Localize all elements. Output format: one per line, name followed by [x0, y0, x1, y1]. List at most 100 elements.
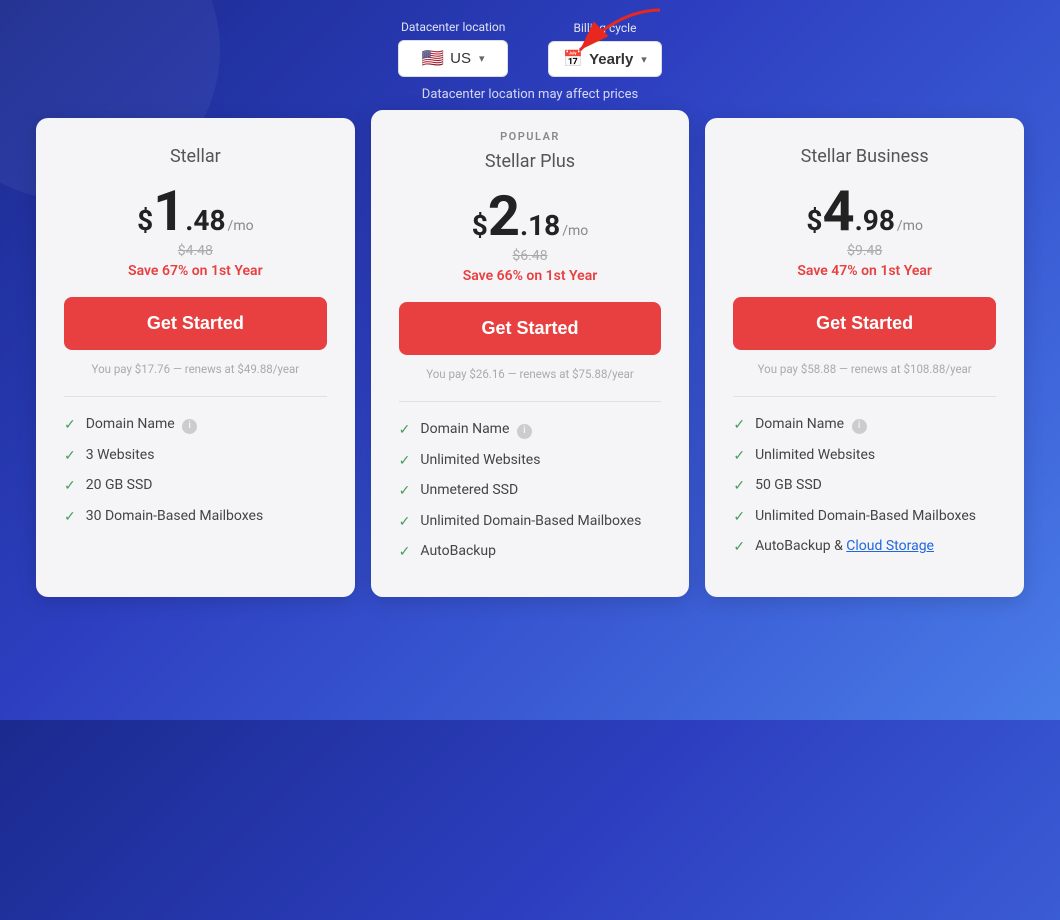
check-icon: ✓: [733, 477, 745, 497]
pricing-cards: Stellar $ 1 .48 /mo $4.48 Save 67% on 1s…: [0, 118, 1060, 597]
stellar-plus-dollar: $: [472, 209, 488, 242]
stellar-business-plan-name: Stellar Business: [733, 146, 996, 167]
check-icon: ✓: [733, 538, 745, 558]
billing-cycle-text: Yearly: [589, 51, 633, 68]
popular-badge: POPULAR: [399, 130, 662, 143]
feature-text: Unlimited Domain-Based Mailboxes: [755, 507, 976, 527]
feature-text: Domain Name i: [755, 415, 866, 435]
check-icon: ✓: [64, 416, 76, 436]
stellar-business-price-whole: 4: [823, 183, 855, 239]
list-item: ✓ Unlimited Domain-Based Mailboxes: [399, 512, 662, 533]
stellar-price-row: $ 1 .48 /mo: [64, 183, 327, 239]
stellar-plan-name: Stellar: [64, 146, 327, 167]
controls-row: Datacenter location 🇺🇸 US ▾ Billing cycl…: [20, 20, 1040, 77]
stellar-price-decimal: .48: [185, 204, 225, 237]
stellar-card: Stellar $ 1 .48 /mo $4.48 Save 67% on 1s…: [36, 118, 355, 597]
feature-text: Unlimited Domain-Based Mailboxes: [420, 512, 641, 532]
list-item: ✓ 3 Websites: [64, 446, 327, 467]
billing-label: Billing cycle: [574, 21, 637, 35]
list-item: ✓ Unlimited Websites: [733, 446, 996, 467]
datacenter-group: Datacenter location 🇺🇸 US ▾: [398, 20, 508, 77]
check-icon: ✓: [399, 421, 411, 441]
check-icon: ✓: [64, 447, 76, 467]
stellar-plus-renew-note: You pay $26.16 — renews at $75.88/year: [399, 367, 662, 381]
stellar-business-dollar: $: [806, 204, 822, 237]
stellar-plus-original-price: $6.48: [399, 248, 662, 264]
list-item: ✓ Unmetered SSD: [399, 481, 662, 502]
stellar-plus-price-period: /mo: [562, 223, 588, 239]
billing-group: Billing cycle 📅 Yearly ▾: [548, 21, 662, 77]
stellar-plus-price-whole: 2: [488, 188, 520, 244]
stellar-get-started-button[interactable]: Get Started: [64, 297, 327, 350]
list-item: ✓ AutoBackup & Cloud Storage: [733, 537, 996, 558]
calendar-icon: 📅: [563, 49, 583, 69]
datacenter-label: Datacenter location: [401, 20, 505, 34]
feature-text: Domain Name i: [420, 420, 531, 440]
feature-text: 50 GB SSD: [755, 476, 822, 496]
stellar-features: ✓ Domain Name i ✓ 3 Websites ✓ 20 GB SSD…: [64, 415, 327, 527]
check-icon: ✓: [399, 452, 411, 472]
check-icon: ✓: [399, 482, 411, 502]
stellar-price-period: /mo: [228, 218, 254, 234]
list-item: ✓ 30 Domain-Based Mailboxes: [64, 507, 327, 528]
stellar-business-price-row: $ 4 .98 /mo: [733, 183, 996, 239]
list-item: ✓ Unlimited Websites: [399, 451, 662, 472]
cloud-storage-link[interactable]: Cloud Storage: [846, 538, 934, 554]
stellar-business-features: ✓ Domain Name i ✓ Unlimited Websites ✓ 5…: [733, 415, 996, 558]
stellar-plus-divider: [399, 401, 662, 402]
check-icon: ✓: [399, 513, 411, 533]
stellar-plus-features: ✓ Domain Name i ✓ Unlimited Websites ✓ U…: [399, 420, 662, 563]
stellar-plus-card: POPULAR Stellar Plus $ 2 .18 /mo $6.48 S…: [371, 110, 690, 597]
feature-text: Domain Name i: [86, 415, 197, 435]
list-item: ✓ Unlimited Domain-Based Mailboxes: [733, 507, 996, 528]
location-text: US: [450, 50, 471, 67]
chevron-down-icon: ▾: [641, 53, 647, 66]
stellar-business-get-started-button[interactable]: Get Started: [733, 297, 996, 350]
feature-text: AutoBackup: [420, 542, 496, 562]
stellar-business-divider: [733, 396, 996, 397]
list-item: ✓ AutoBackup: [399, 542, 662, 563]
check-icon: ✓: [64, 477, 76, 497]
feature-text: Unlimited Websites: [420, 451, 540, 471]
stellar-business-renew-note: You pay $58.88 — renews at $108.88/year: [733, 362, 996, 376]
stellar-business-original-price: $9.48: [733, 243, 996, 259]
stellar-renew-note: You pay $17.76 — renews at $49.88/year: [64, 362, 327, 376]
list-item: ✓ Domain Name i: [399, 420, 662, 441]
stellar-price-whole: 1: [153, 183, 185, 239]
list-item: ✓ 20 GB SSD: [64, 476, 327, 497]
info-icon[interactable]: i: [182, 419, 197, 434]
stellar-business-price-decimal: .98: [855, 204, 895, 237]
stellar-divider: [64, 396, 327, 397]
stellar-plus-save-text: Save 66% on 1st Year: [399, 268, 662, 284]
stellar-business-save-text: Save 47% on 1st Year: [733, 263, 996, 279]
feature-text: Unlimited Websites: [755, 446, 875, 466]
datacenter-note: Datacenter location may affect prices: [20, 87, 1040, 102]
stellar-save-text: Save 67% on 1st Year: [64, 263, 327, 279]
list-item: ✓ Domain Name i: [733, 415, 996, 436]
list-item: ✓ 50 GB SSD: [733, 476, 996, 497]
info-icon[interactable]: i: [517, 424, 532, 439]
check-icon: ✓: [733, 508, 745, 528]
feature-text: AutoBackup & Cloud Storage: [755, 537, 934, 557]
stellar-plus-get-started-button[interactable]: Get Started: [399, 302, 662, 355]
check-icon: ✓: [64, 508, 76, 528]
stellar-business-card: Stellar Business $ 4 .98 /mo $9.48 Save …: [705, 118, 1024, 597]
stellar-dollar: $: [137, 204, 153, 237]
feature-text: 30 Domain-Based Mailboxes: [86, 507, 263, 527]
datacenter-dropdown[interactable]: 🇺🇸 US ▾: [398, 40, 508, 77]
check-icon: ✓: [733, 416, 745, 436]
feature-text: 20 GB SSD: [86, 476, 153, 496]
stellar-original-price: $4.48: [64, 243, 327, 259]
feature-text: 3 Websites: [86, 446, 155, 466]
stellar-business-price-period: /mo: [897, 218, 923, 234]
flag-icon: 🇺🇸: [422, 48, 444, 69]
stellar-plus-price-row: $ 2 .18 /mo: [399, 188, 662, 244]
info-icon[interactable]: i: [852, 419, 867, 434]
check-icon: ✓: [399, 543, 411, 563]
list-item: ✓ Domain Name i: [64, 415, 327, 436]
billing-dropdown[interactable]: 📅 Yearly ▾: [548, 41, 662, 77]
stellar-plus-price-decimal: .18: [520, 209, 560, 242]
chevron-down-icon: ▾: [479, 52, 485, 65]
feature-text: Unmetered SSD: [420, 481, 518, 501]
header: Datacenter location 🇺🇸 US ▾ Billing cycl…: [0, 0, 1060, 118]
